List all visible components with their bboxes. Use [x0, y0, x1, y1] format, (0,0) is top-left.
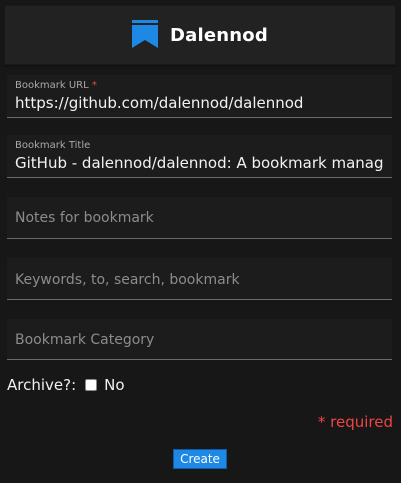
required-marker: * — [91, 80, 97, 91]
bookmark-keywords-placeholder: Keywords, to, search, bookmark — [15, 272, 240, 288]
archive-option-label[interactable]: No — [104, 376, 124, 394]
archive-row: Archive?: No — [7, 376, 125, 394]
app-header: Dalennod — [4, 5, 396, 65]
bookmark-notes-placeholder: Notes for bookmark — [15, 210, 154, 226]
bookmark-title-label: Bookmark Title — [15, 140, 91, 151]
bookmark-keywords-field[interactable]: Keywords, to, search, bookmark — [7, 258, 392, 300]
create-button[interactable]: Create — [173, 449, 227, 469]
app-title: Dalennod — [170, 24, 268, 46]
bookmark-url-value: https://github.com/dalennod/dalennod — [15, 94, 304, 112]
required-note: * required — [317, 413, 393, 431]
bookmark-category-placeholder: Bookmark Category — [15, 332, 155, 348]
archive-checkbox[interactable] — [85, 379, 98, 391]
bookmark-title-field[interactable]: Bookmark Title GitHub - dalennod/dalenno… — [7, 135, 392, 178]
bookmark-icon — [132, 20, 159, 48]
bookmark-url-label: Bookmark URL * — [15, 80, 97, 91]
bookmark-notes-field[interactable]: Notes for bookmark — [7, 197, 392, 239]
bookmark-url-field[interactable]: Bookmark URL * https://github.com/dalenn… — [7, 75, 392, 118]
archive-label: Archive?: — [7, 376, 77, 394]
bookmark-category-field[interactable]: Bookmark Category — [7, 319, 392, 360]
bookmark-title-value: GitHub - dalennod/dalennod: A bookmark m… — [15, 154, 384, 172]
